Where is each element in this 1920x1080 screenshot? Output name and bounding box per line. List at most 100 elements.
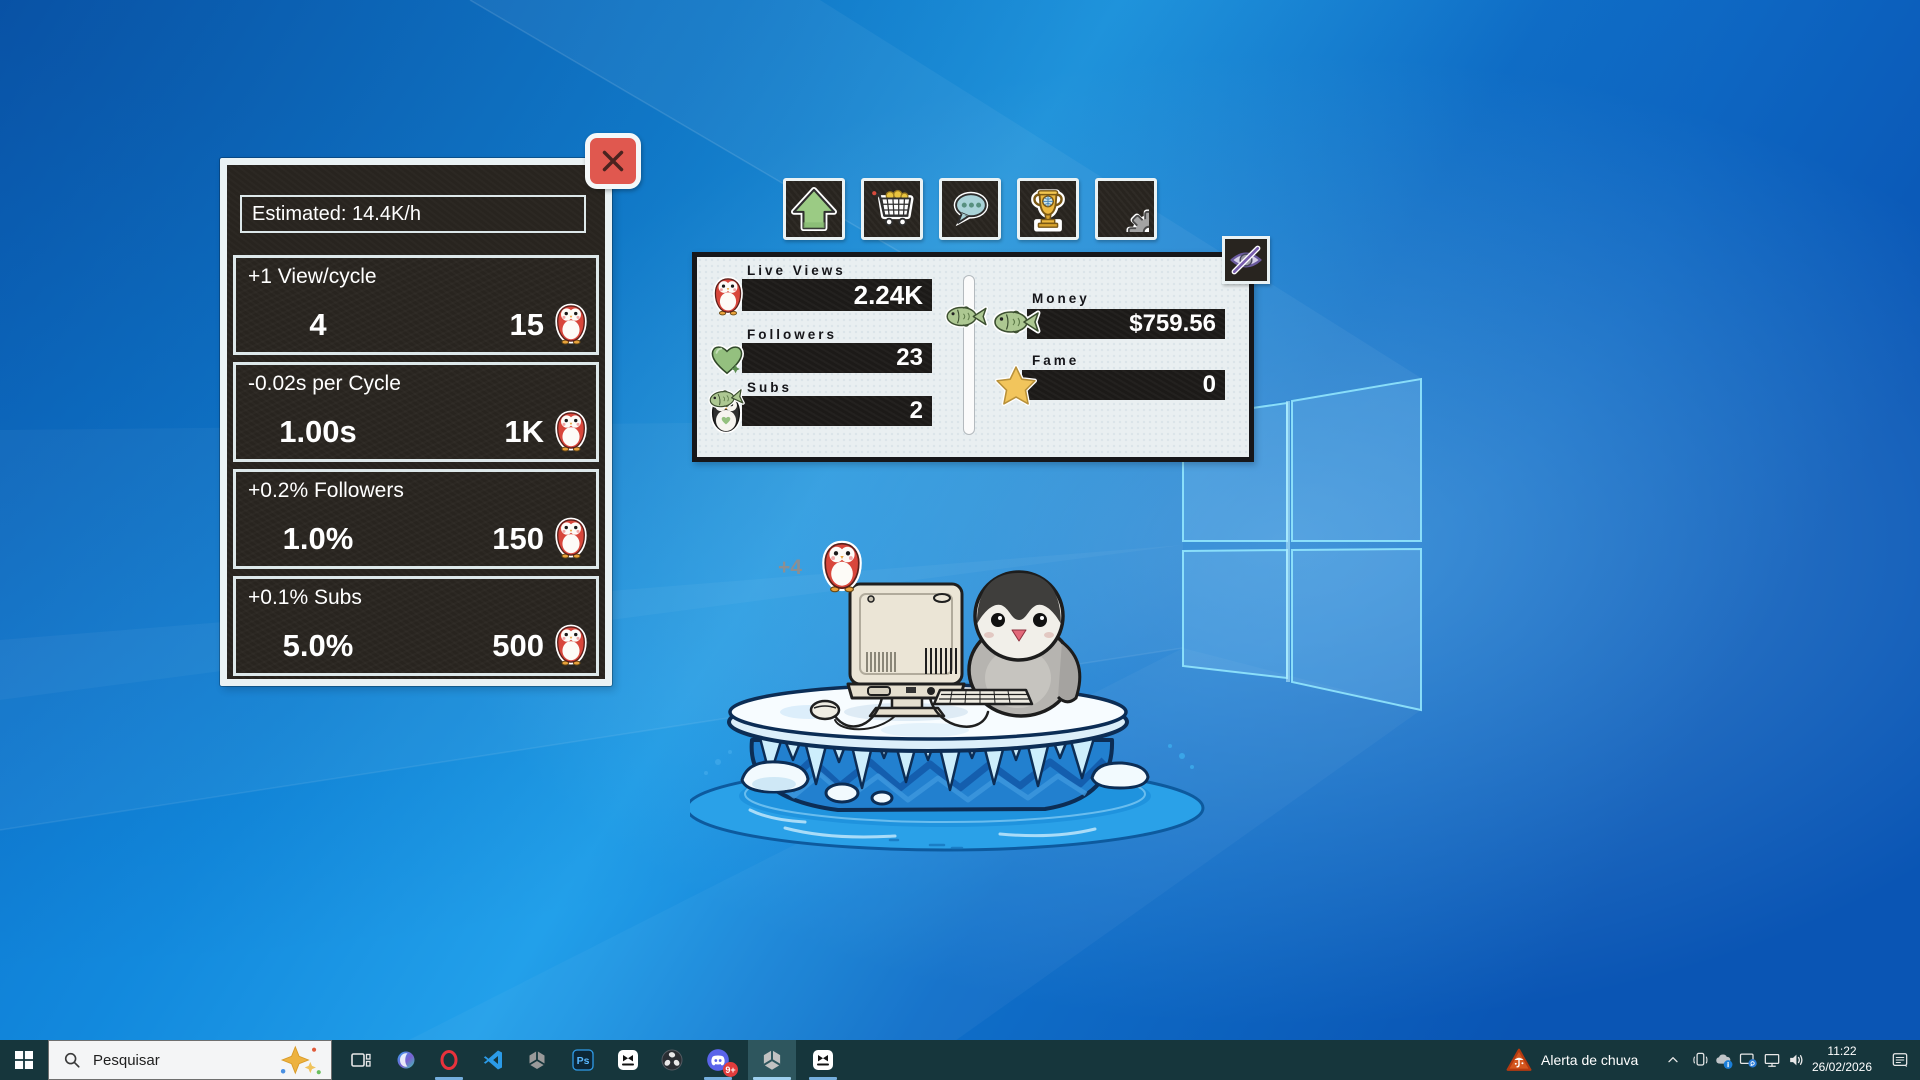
phone-link-tray-button[interactable] xyxy=(1688,1040,1712,1080)
windows-logo-icon xyxy=(15,1051,33,1069)
discord-badge: 9+ xyxy=(723,1062,738,1077)
penguin-currency-icon xyxy=(552,410,590,452)
magnifier-icon xyxy=(63,1051,81,1069)
network-icon xyxy=(1762,1050,1782,1070)
upgrade-cost: 15 xyxy=(510,307,544,343)
upgrade-effect-label: +0.2% Followers xyxy=(248,479,404,503)
gain-indicator-label: +4 xyxy=(778,556,802,579)
taskbar-app-capcut-2[interactable] xyxy=(801,1040,845,1080)
penguin-currency-icon xyxy=(552,624,590,666)
stat-label: Followers xyxy=(747,327,837,342)
stat-value: 2 xyxy=(910,397,923,425)
upgrade-views-button[interactable]: +1 View/cycle 4 15 xyxy=(233,255,599,355)
sync-tray-button[interactable] xyxy=(1736,1040,1760,1080)
fish-slider-thumb[interactable] xyxy=(943,303,991,330)
upgrade-followers-button[interactable]: +0.2% Followers 1.0% 150 xyxy=(233,469,599,569)
stat-value: 23 xyxy=(896,344,923,372)
clock-time: 11:22 xyxy=(1827,1044,1856,1060)
stats-slider-track[interactable] xyxy=(963,275,975,435)
onedrive-cloud-icon xyxy=(1713,1050,1735,1070)
hide-ui-button[interactable] xyxy=(1222,236,1270,284)
action-center-icon xyxy=(1890,1050,1910,1070)
achievements-button[interactable] xyxy=(1017,178,1079,240)
upgrade-effect-label: -0.02s per Cycle xyxy=(248,372,401,396)
gear-icon xyxy=(1103,186,1149,232)
upgrade-cycle-speed-button[interactable]: -0.02s per Cycle 1.00s 1K xyxy=(233,362,599,462)
gain-penguin-icon xyxy=(825,544,859,592)
stat-value: 2.24K xyxy=(854,280,923,311)
close-panel-button[interactable] xyxy=(585,133,641,189)
upgrade-current-value: 1.00s xyxy=(276,414,360,450)
penguin-fish-hat-icon xyxy=(705,389,747,433)
upgrade-subs-button[interactable]: +0.1% Subs 5.0% 500 xyxy=(233,576,599,676)
taskbar-app-photoshop[interactable]: Ps xyxy=(561,1040,605,1080)
opera-gx-icon xyxy=(437,1048,461,1072)
settings-button[interactable] xyxy=(1095,178,1157,240)
green-fish-icon xyxy=(991,307,1043,337)
onedrive-tray-button[interactable] xyxy=(1712,1040,1736,1080)
unity-icon xyxy=(525,1048,549,1072)
close-x-icon xyxy=(596,144,630,178)
stat-value: 0 xyxy=(1203,371,1216,399)
svg-text:Ps: Ps xyxy=(577,1055,590,1067)
copilot-sparkles-icon xyxy=(277,1045,323,1075)
shopping-cart-icon xyxy=(869,186,915,232)
eye-slash-icon xyxy=(1228,242,1264,278)
rain-warning-icon xyxy=(1506,1048,1532,1072)
penguin-currency-icon xyxy=(552,517,590,559)
vscode-icon xyxy=(481,1048,505,1072)
taskbar-app-unity[interactable] xyxy=(515,1040,559,1080)
clock-date: 26/02/2026 xyxy=(1812,1060,1872,1076)
taskbar-app-discord[interactable]: 9+ xyxy=(696,1040,740,1080)
stats-panel: Live Views 2.24K Followers 23 Subs 2 Mon… xyxy=(692,252,1254,462)
speaker-icon xyxy=(1786,1050,1806,1070)
penguin-currency-icon xyxy=(552,303,590,345)
taskbar-app-copilot[interactable] xyxy=(384,1040,428,1080)
money-bar: $759.56 xyxy=(1027,309,1225,339)
weather-alert-label: Alerta de chuva xyxy=(1541,1052,1638,1068)
upgrades-button[interactable] xyxy=(783,178,845,240)
search-input[interactable]: Pesquisar xyxy=(48,1040,332,1080)
taskbar-app-obs[interactable] xyxy=(650,1040,694,1080)
copilot-icon xyxy=(394,1048,418,1072)
start-button[interactable] xyxy=(0,1040,48,1080)
game-scene: +4 xyxy=(690,540,1210,860)
phone-link-icon xyxy=(1690,1050,1710,1070)
tray-expand-button[interactable] xyxy=(1660,1040,1686,1080)
volume-tray-button[interactable] xyxy=(1784,1040,1808,1080)
upgrade-cost: 500 xyxy=(492,628,544,664)
upgrade-current-value: 5.0% xyxy=(276,628,360,664)
search-placeholder: Pesquisar xyxy=(93,1052,160,1069)
upgrade-cost: 1K xyxy=(504,414,544,450)
upgrade-panel: Estimated: 14.4K/h +1 View/cycle 4 15 -0… xyxy=(220,158,612,686)
computer-mouse xyxy=(811,701,839,719)
task-view-icon xyxy=(349,1048,373,1072)
chat-bubble-icon xyxy=(947,186,993,232)
keyboard xyxy=(934,690,1032,704)
action-center-button[interactable] xyxy=(1880,1040,1920,1080)
stat-label: Money xyxy=(1032,291,1090,306)
weather-alert-button[interactable]: Alerta de chuva xyxy=(1500,1040,1660,1080)
trophy-icon xyxy=(1025,186,1071,232)
estimated-rate-label: Estimated: 14.4K/h xyxy=(252,203,421,226)
stat-label: Fame xyxy=(1032,353,1079,368)
photoshop-icon: Ps xyxy=(571,1048,595,1072)
gold-star-icon xyxy=(995,365,1037,407)
taskbar-clock[interactable]: 11:22 26/02/2026 xyxy=(1806,1040,1878,1080)
taskbar: Pesquisar xyxy=(0,1040,1920,1080)
followers-bar: 23 xyxy=(742,343,932,373)
taskbar-app-opera-gx[interactable] xyxy=(427,1040,471,1080)
green-heart-icon xyxy=(708,340,746,378)
taskbar-app-vscode[interactable] xyxy=(471,1040,515,1080)
sync-device-icon xyxy=(1738,1050,1758,1070)
taskbar-app-unity-active[interactable] xyxy=(748,1040,796,1080)
task-view-button[interactable] xyxy=(338,1040,384,1080)
chat-button[interactable] xyxy=(939,178,1001,240)
taskbar-app-capcut[interactable] xyxy=(606,1040,650,1080)
network-tray-button[interactable] xyxy=(1760,1040,1784,1080)
shop-button[interactable] xyxy=(861,178,923,240)
penguin-red-icon xyxy=(710,276,746,316)
upgrade-cost: 150 xyxy=(492,521,544,557)
stat-label: Live Views xyxy=(747,263,846,278)
upgrade-effect-label: +0.1% Subs xyxy=(248,586,362,610)
